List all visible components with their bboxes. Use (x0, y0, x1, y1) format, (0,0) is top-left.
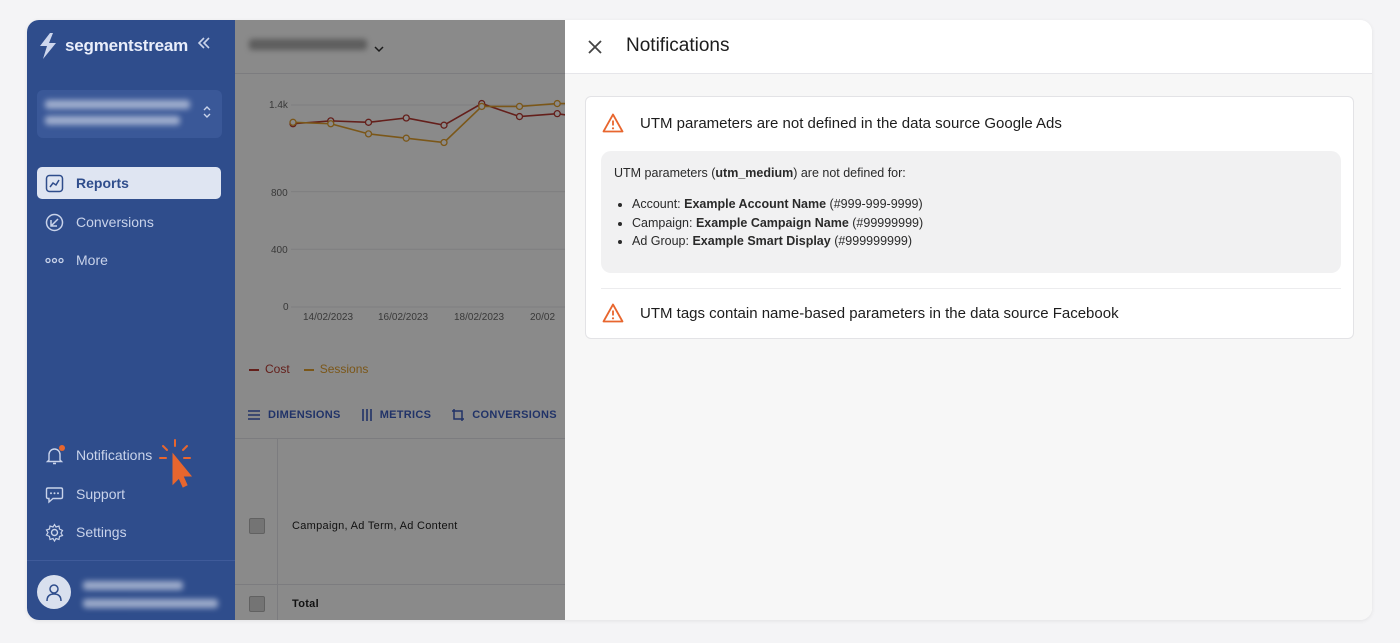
list-item: Account: Example Account Name (#999-999-… (632, 195, 923, 214)
modal-backdrop[interactable] (235, 20, 565, 620)
close-icon (588, 40, 602, 54)
list-item: Ad Group: Example Smart Display (#999999… (632, 232, 923, 251)
alert-title: UTM tags contain name-based parameters i… (640, 304, 1119, 322)
close-button[interactable] (585, 37, 605, 57)
alert-facebook[interactable]: UTM tags contain name-based parameters i… (602, 303, 1119, 323)
nav-notifications-label: Notifications (76, 447, 153, 463)
alert-detail: UTM parameters (utm_medium) are not defi… (601, 151, 1341, 273)
chart-icon (45, 174, 64, 193)
workspace-selector[interactable] (37, 90, 222, 138)
notification-dot (59, 444, 65, 451)
bell-icon (45, 444, 65, 465)
collapse-sidebar-icon[interactable] (197, 36, 211, 55)
divider (601, 288, 1341, 289)
brand-name: segmentstream (65, 36, 189, 55)
nav-settings-label: Settings (76, 524, 127, 540)
affected-entities-list: Account: Example Account Name (#999-999-… (632, 195, 923, 251)
list-item: Campaign: Example Campaign Name (#999999… (632, 214, 923, 233)
gear-icon (45, 522, 64, 542)
alert-detail-lead: UTM parameters (utm_medium) are not defi… (614, 166, 906, 180)
nav-support[interactable]: Support (37, 478, 221, 510)
app-window: segmentstream Reports Conversions More N… (27, 20, 1372, 620)
chevron-updown-icon (202, 104, 212, 123)
nav-settings[interactable]: Settings (37, 516, 221, 548)
alert-title: UTM parameters are not defined in the da… (640, 114, 1062, 132)
chat-icon (45, 485, 64, 504)
nav-more-label: More (76, 252, 108, 268)
segmentstream-logo-icon (40, 33, 56, 59)
warning-icon (602, 113, 624, 133)
panel-title: Notifications (626, 35, 730, 56)
conversions-icon (45, 213, 64, 232)
notifications-card: UTM parameters are not defined in the da… (585, 96, 1354, 339)
nav-conversions-label: Conversions (76, 214, 154, 230)
nav-conversions[interactable]: Conversions (37, 206, 221, 238)
panel-header: Notifications (565, 20, 1372, 74)
nav-support-label: Support (76, 486, 126, 502)
nav-reports[interactable]: Reports (37, 167, 221, 199)
more-icon (45, 251, 64, 270)
user-profile[interactable] (27, 560, 235, 620)
alert-google-ads[interactable]: UTM parameters are not defined in the da… (602, 113, 1062, 133)
notifications-panel: Notifications UTM parameters are not def… (565, 20, 1372, 620)
nav-more[interactable]: More (37, 244, 221, 276)
logo: segmentstream (37, 32, 188, 60)
nav-reports-label: Reports (76, 175, 129, 191)
utm-param: utm_medium (715, 166, 794, 180)
sidebar: segmentstream Reports Conversions More N… (27, 20, 235, 620)
warning-icon (602, 303, 624, 323)
avatar (37, 575, 71, 609)
